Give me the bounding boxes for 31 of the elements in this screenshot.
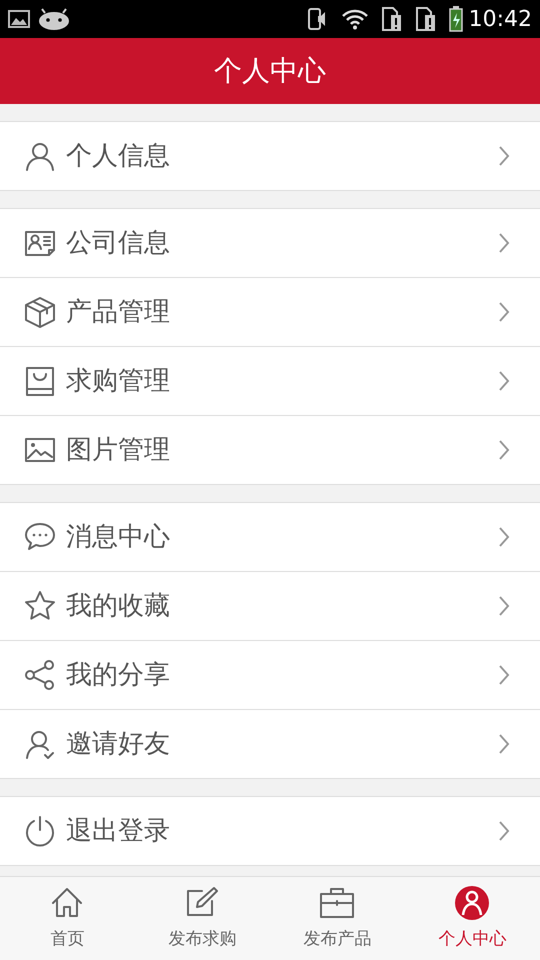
page-title: 个人中心 <box>214 53 326 89</box>
bag-icon <box>24 365 56 397</box>
chevron-right-icon <box>498 232 510 254</box>
chevron-right-icon <box>498 370 510 392</box>
nav-tab[interactable]: 个人中心 <box>405 877 540 960</box>
power-icon <box>24 815 56 847</box>
chevron-right-icon <box>498 526 510 548</box>
person-icon <box>454 885 492 923</box>
chevron-right-icon <box>498 595 510 617</box>
battery-icon <box>448 6 463 32</box>
chevron-right-icon <box>498 733 510 755</box>
chevron-right-icon <box>498 664 510 686</box>
chat-bubble-icon <box>24 521 56 553</box>
person-check-icon <box>24 728 56 760</box>
chevron-right-icon <box>498 820 510 842</box>
android-icon <box>38 8 70 30</box>
chevron-right-icon <box>498 145 510 167</box>
nav-tab[interactable]: 发布求购 <box>135 877 270 960</box>
gallery-icon <box>8 10 30 28</box>
share-icon <box>24 659 56 691</box>
wifi-icon <box>340 8 369 30</box>
person-icon <box>24 140 56 172</box>
chevron-right-icon <box>498 301 510 323</box>
sim-alert-icon <box>380 6 403 32</box>
star-icon <box>24 590 56 622</box>
status-time: 10:42 <box>468 6 532 34</box>
sim-alert-icon <box>414 6 437 32</box>
chevron-right-icon <box>498 439 510 461</box>
nav-tab[interactable]: 发布产品 <box>270 877 405 960</box>
box-icon <box>24 296 56 328</box>
nav-tab[interactable]: 首页 <box>0 877 135 960</box>
